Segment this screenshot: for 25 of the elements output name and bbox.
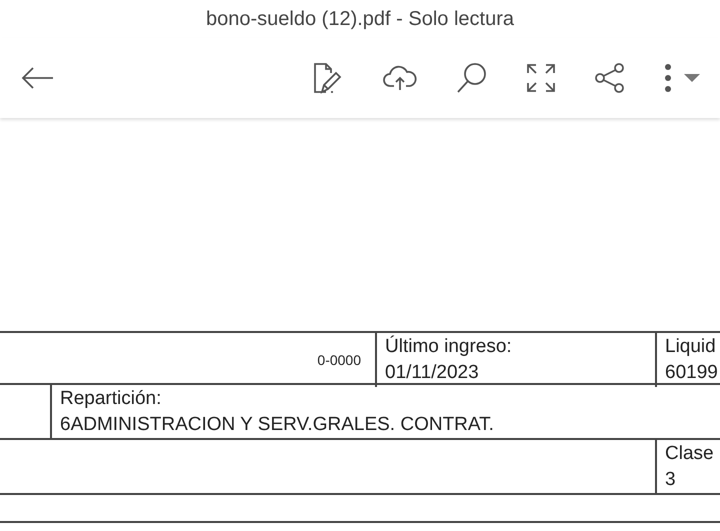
search-button[interactable] [456,62,488,94]
field-value: 3 [665,468,677,492]
expand-icon [526,63,556,93]
field-label: Clase [665,442,715,466]
back-button[interactable] [20,66,54,90]
field-value: 01/11/2023 [385,361,480,385]
field-label: Último ingreso: [385,334,513,359]
field-value: 60199 [665,361,719,385]
field-label: Liquid [665,335,717,359]
window-title: bono-sueldo (12).pdf - Solo lectura [205,7,515,32]
fullscreen-button[interactable] [526,63,556,93]
upload-button[interactable] [382,64,418,92]
more-button[interactable] [664,63,700,93]
back-arrow-icon [20,66,54,90]
search-icon [456,62,488,94]
field-label: Repartición: [60,387,162,411]
caret-icon [684,74,700,82]
document-pencil-icon [312,62,344,94]
field-value: 6ADMINISTRACION Y SERV.GRALES. CONTRAT. [60,413,495,437]
edit-button[interactable] [312,62,344,94]
share-button[interactable] [594,62,626,94]
more-icon [664,63,672,93]
cloud-upload-icon [382,64,418,92]
code-text: 0-0000 [317,351,361,370]
share-icon [594,62,626,94]
